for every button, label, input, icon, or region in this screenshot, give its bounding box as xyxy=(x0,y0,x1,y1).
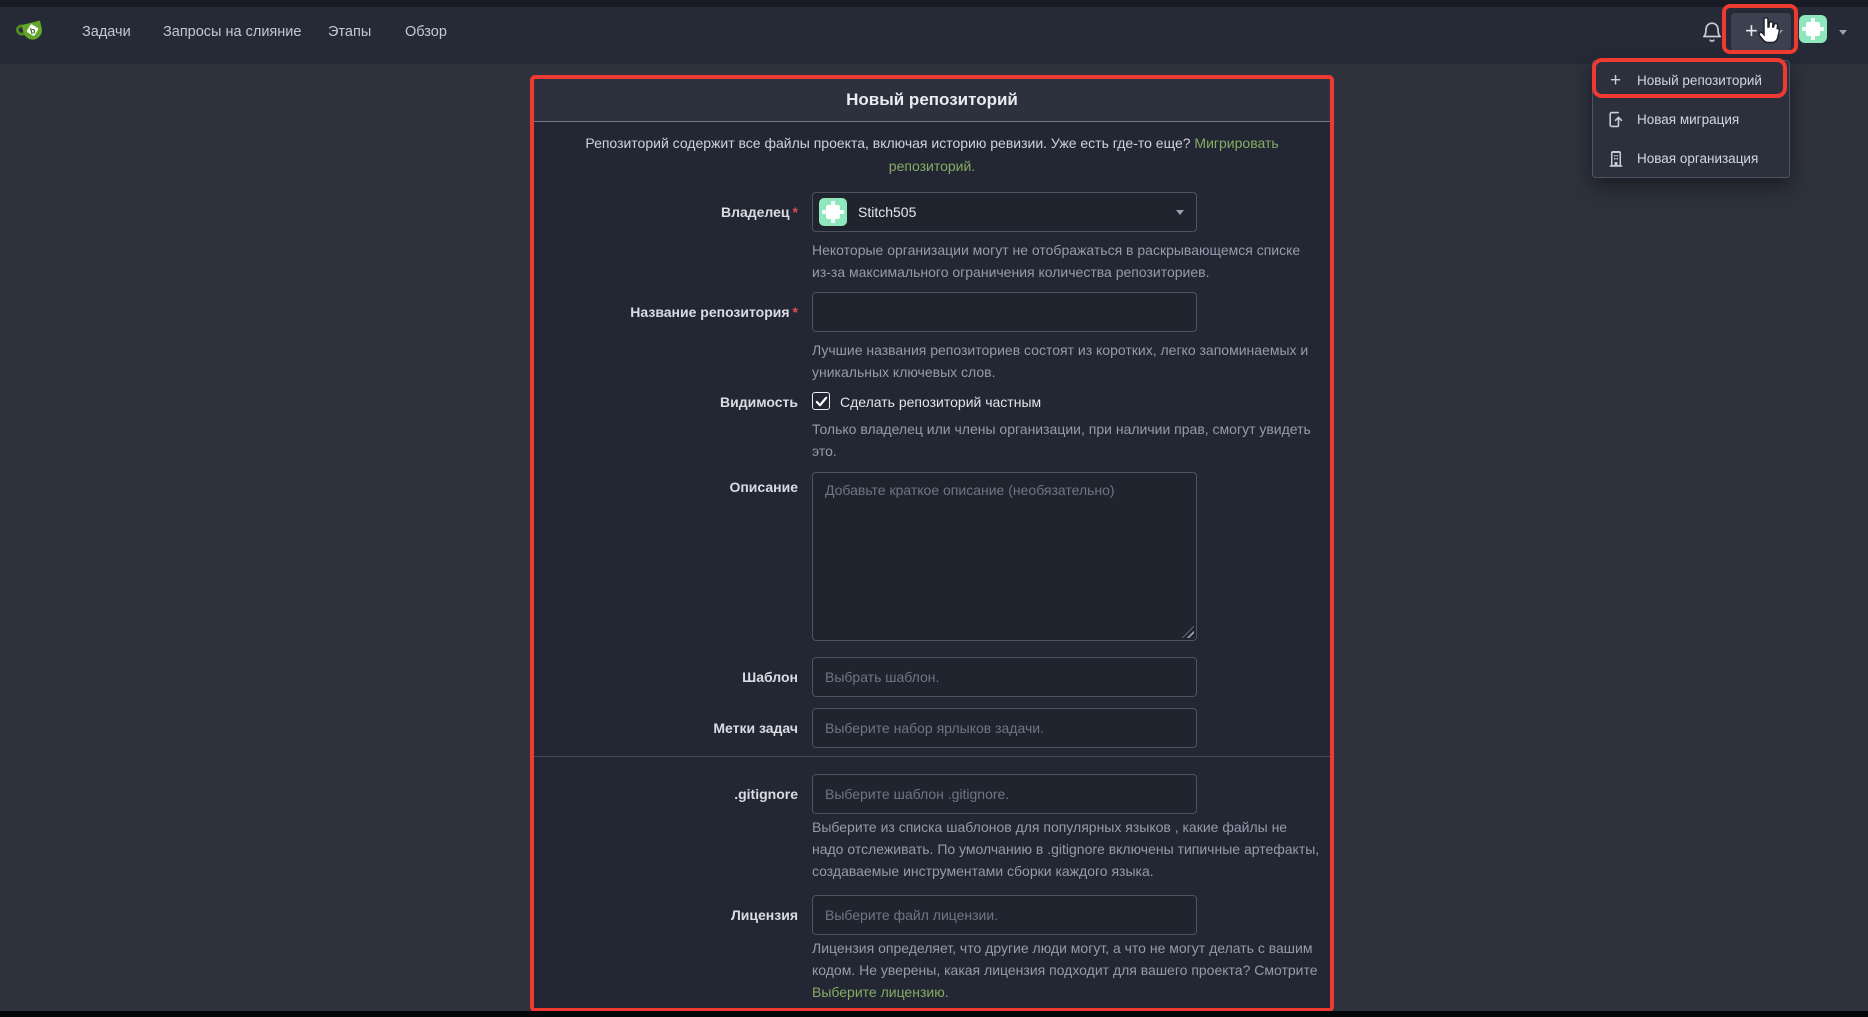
repo-name-input[interactable] xyxy=(812,292,1197,332)
nav-link-pull-requests[interactable]: Запросы на слияние xyxy=(163,0,301,64)
new-repository-form: Новый репозиторий Репозиторий содержит в… xyxy=(534,79,1330,1008)
gitignore-label: .gitignore xyxy=(534,774,798,814)
visibility-label: Видимость xyxy=(534,393,798,411)
owner-select[interactable]: Stitch505 xyxy=(812,192,1197,232)
migration-icon xyxy=(1607,111,1624,128)
menu-item-new-repository[interactable]: + Новый репозиторий xyxy=(1593,61,1789,100)
issue-labels-label: Метки задач xyxy=(534,708,798,748)
repo-name-help-text: Лучшие названия репозиториев состоят из … xyxy=(812,339,1320,383)
description-label: Описание xyxy=(534,478,798,496)
private-checkbox-label[interactable]: Сделать репозиторий частным xyxy=(840,393,1041,411)
section-divider xyxy=(534,756,1330,757)
plus-icon: + xyxy=(1607,72,1624,89)
checkmark-icon xyxy=(815,395,828,408)
issue-labels-input[interactable] xyxy=(812,708,1197,748)
gitignore-help-text: Выберите из списка шаблонов для популярн… xyxy=(812,816,1320,882)
owner-label-text: Владелец xyxy=(721,204,790,220)
choose-license-link[interactable]: Выберите лицензию. xyxy=(812,984,949,1000)
screen: b Задачи Запросы на слияние Этапы Обзор … xyxy=(0,0,1868,1017)
nav-link-explore[interactable]: Обзор xyxy=(405,0,447,64)
owner-help-text: Некоторые организации могут не отображат… xyxy=(812,239,1320,283)
gitignore-input[interactable] xyxy=(812,774,1197,814)
menu-item-label: Новая миграция xyxy=(1637,112,1739,127)
window-top-edge xyxy=(0,0,1868,7)
repo-name-label: Название репозитория* xyxy=(534,292,798,332)
page-title: Новый репозиторий xyxy=(534,79,1330,121)
description-textarea[interactable] xyxy=(812,472,1197,641)
required-mark: * xyxy=(790,204,798,220)
owner-avatar xyxy=(819,198,847,226)
nav-link-issues[interactable]: Задачи xyxy=(82,0,131,64)
menu-item-label: Новый репозиторий xyxy=(1637,73,1762,88)
menu-item-new-migration[interactable]: Новая миграция xyxy=(1593,100,1789,139)
owner-selected-value: Stitch505 xyxy=(858,204,1165,220)
chevron-down-icon xyxy=(1839,30,1847,35)
organization-icon xyxy=(1607,150,1624,167)
gitea-logo-icon[interactable]: b xyxy=(16,15,50,49)
top-navbar: b Задачи Запросы на слияние Этапы Обзор … xyxy=(0,0,1868,64)
form-header: Новый репозиторий xyxy=(534,79,1330,122)
menu-item-new-organization[interactable]: Новая организация xyxy=(1593,139,1789,178)
license-help-text: Лицензия определяет, что другие люди мог… xyxy=(812,937,1320,1003)
license-label: Лицензия xyxy=(534,895,798,935)
intro-text: Репозиторий содержит все файлы проекта, … xyxy=(585,135,1190,151)
template-input[interactable] xyxy=(812,657,1197,697)
nav-link-milestones[interactable]: Этапы xyxy=(328,0,371,64)
license-help-body: Лицензия определяет, что другие люди мог… xyxy=(812,940,1318,978)
repo-name-label-text: Название репозитория xyxy=(630,304,789,320)
window-bottom-edge xyxy=(0,1011,1868,1017)
form-intro-text: Репозиторий содержит все файлы проекта, … xyxy=(562,132,1302,178)
visibility-help-text: Только владелец или члены организации, п… xyxy=(812,418,1320,462)
template-label: Шаблон xyxy=(534,657,798,697)
create-new-dropdown-menu: + Новый репозиторий Новая миграция Новая… xyxy=(1592,60,1790,178)
user-avatar[interactable] xyxy=(1799,15,1827,43)
owner-label: Владелец* xyxy=(534,192,798,232)
menu-item-label: Новая организация xyxy=(1637,151,1758,166)
required-mark: * xyxy=(790,304,798,320)
chevron-down-icon xyxy=(1176,210,1184,215)
license-input[interactable] xyxy=(812,895,1197,935)
notifications-bell-icon[interactable] xyxy=(1700,19,1724,45)
private-checkbox[interactable] xyxy=(812,392,830,410)
mouse-cursor-icon xyxy=(1752,13,1784,49)
